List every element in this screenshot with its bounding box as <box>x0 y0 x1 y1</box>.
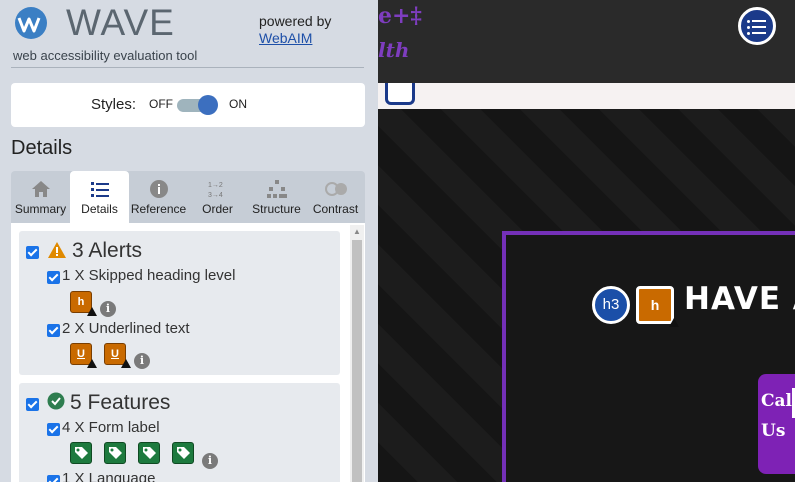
light-band <box>378 83 795 109</box>
tab-label: Summary <box>14 202 67 216</box>
form-label-label: 4 X Form label <box>62 419 160 436</box>
form-label-checkbox[interactable] <box>47 423 60 436</box>
call-us-line2: Us <box>761 421 786 441</box>
underline-icon[interactable]: U <box>104 343 131 368</box>
menu-dot <box>747 32 750 35</box>
language-checkbox[interactable] <box>47 475 60 482</box>
menu-line <box>752 20 766 22</box>
alerts-title: 3 Alerts <box>72 239 143 262</box>
svg-text:3→4: 3→4 <box>208 192 223 199</box>
label-tag-icon[interactable] <box>104 442 126 464</box>
info-icon[interactable]: i <box>134 353 150 369</box>
details-scrollbar[interactable]: ▲ <box>350 225 364 482</box>
styles-on-label: ON <box>229 97 247 111</box>
tab-bar: Summary Details Reference 1→2 3→4 Order S… <box>11 171 365 223</box>
menu-line <box>752 32 766 34</box>
tab-contrast[interactable]: Contrast <box>306 171 365 223</box>
warning-icon <box>121 359 131 368</box>
skipped-heading-checkbox[interactable] <box>47 271 60 284</box>
tag-glyph <box>143 447 156 459</box>
call-us-line1: Call <box>761 391 795 411</box>
wave-sidebar: WAVE web accessibility evaluation tool p… <box>0 0 378 482</box>
details-heading: Details <box>11 137 73 159</box>
features-checkbox[interactable] <box>26 398 39 411</box>
alerts-group <box>19 231 340 375</box>
powered-by-label: powered by <box>259 13 332 29</box>
tab-label: Structure <box>252 202 301 216</box>
wave-logo-icon <box>15 7 47 39</box>
order-icon: 1→23→4 <box>208 182 223 199</box>
tab-label: Details <box>81 202 118 216</box>
alert-triangle-icon <box>48 242 66 258</box>
label-tag-icon[interactable] <box>70 442 92 464</box>
tab-label: Order <box>202 202 233 216</box>
check-circle-icon <box>47 392 65 410</box>
hero-section <box>502 231 795 482</box>
label-tag-icon[interactable] <box>138 442 160 464</box>
skipped-heading-label: 1 X Skipped heading level <box>62 267 236 284</box>
powered-by: powered by WebAIM <box>259 13 331 47</box>
styles-label: Styles: <box>91 96 137 113</box>
label-tag-icon[interactable] <box>172 442 194 464</box>
tab-order[interactable]: 1→2 3→4 Order <box>188 171 247 223</box>
tab-details[interactable]: Details <box>70 171 129 223</box>
menu-dot <box>747 20 750 23</box>
language-label: 1 X Language <box>62 470 156 482</box>
tab-structure[interactable]: Structure <box>247 171 306 223</box>
warning-icon <box>669 318 679 327</box>
underline-icon[interactable]: U <box>70 343 97 368</box>
tag-glyph <box>109 447 122 459</box>
menu-line <box>752 26 766 28</box>
info-icon[interactable]: i <box>202 453 218 469</box>
styles-off-label: OFF <box>149 97 173 111</box>
styles-toggle-switch[interactable] <box>177 95 219 115</box>
features-title: 5 Features <box>70 391 171 414</box>
tab-summary[interactable]: Summary <box>11 171 70 223</box>
hero-heading: HAVE A <box>684 281 795 317</box>
scroll-thumb[interactable] <box>352 240 362 482</box>
page-header: e+‡ lth <box>378 0 795 83</box>
webaim-link[interactable]: WebAIM <box>259 30 312 46</box>
menu-dot <box>747 26 750 29</box>
structure-icon <box>266 180 287 198</box>
underlined-text-checkbox[interactable] <box>47 324 60 337</box>
tag-glyph <box>177 447 190 459</box>
alerts-checkbox[interactable] <box>26 246 39 259</box>
h3-heading-icon[interactable]: h3 <box>592 286 630 324</box>
header-logo-subtext: lth <box>378 38 410 62</box>
info-icon <box>149 180 168 198</box>
svg-text:1→2: 1→2 <box>208 182 223 189</box>
skipped-heading-icon[interactable]: h <box>636 286 679 327</box>
header-logo-text: e+‡ <box>378 3 422 29</box>
tag-glyph <box>75 447 88 459</box>
shield-icon <box>385 83 415 105</box>
skipped-heading-icon[interactable]: h <box>70 291 97 316</box>
underlined-text-label: 2 X Underlined text <box>62 320 190 337</box>
toggle-knob <box>198 95 218 115</box>
tab-label: Reference <box>130 202 187 216</box>
styles-toggle-box: Styles: OFF ON <box>11 83 365 127</box>
info-icon[interactable]: i <box>100 301 116 317</box>
tab-label: Contrast <box>312 202 359 216</box>
warning-icon <box>87 307 97 316</box>
call-us-label: Call Us <box>761 386 795 446</box>
warning-icon <box>87 359 97 368</box>
divider <box>11 67 364 68</box>
wave-logo-text: WAVE <box>66 2 175 43</box>
badge-glyph: h <box>650 297 660 313</box>
tab-reference[interactable]: Reference <box>129 171 188 223</box>
home-icon <box>31 181 50 197</box>
contrast-icon <box>324 182 347 196</box>
menu-icon[interactable] <box>738 7 776 45</box>
scroll-up-icon[interactable]: ▲ <box>350 225 364 239</box>
list-icon <box>90 182 109 197</box>
tagline: web accessibility evaluation tool <box>13 48 198 63</box>
